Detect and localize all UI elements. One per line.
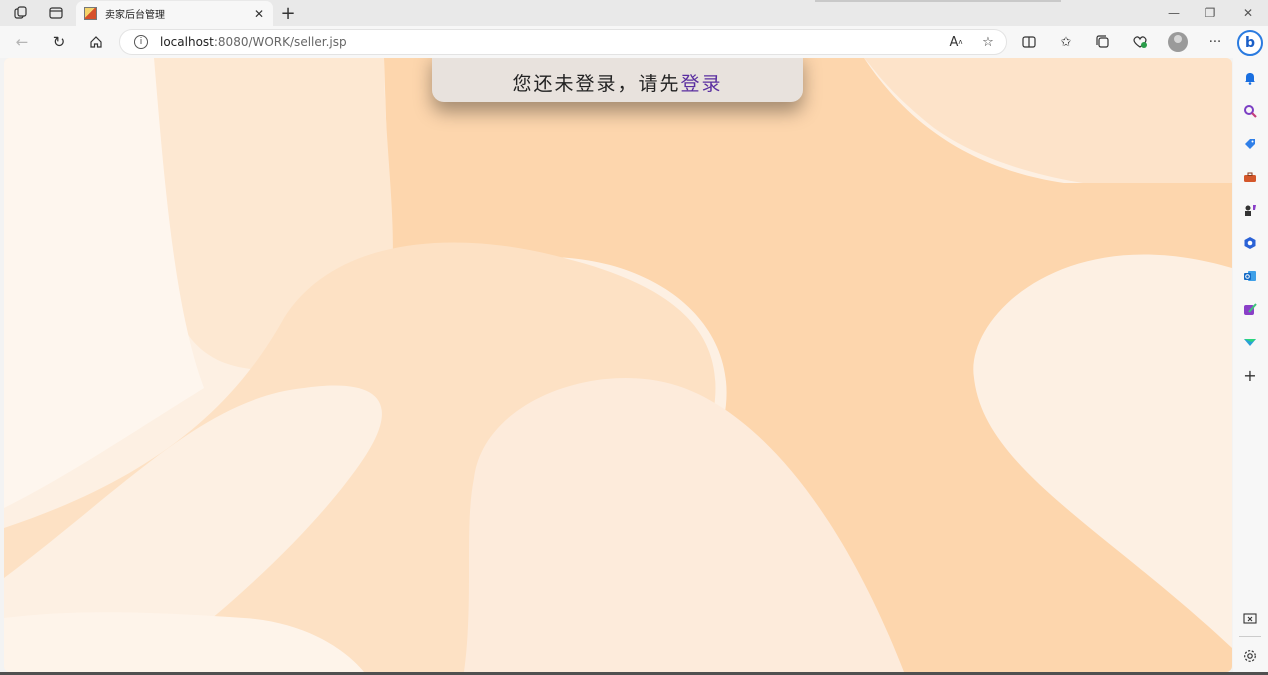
screenshot-tool-icon[interactable] xyxy=(1241,610,1259,628)
send-icon[interactable] xyxy=(1241,333,1259,351)
edge-sidebar: + xyxy=(1233,58,1268,672)
tab-actions-icon[interactable] xyxy=(44,3,68,23)
html-file-icon xyxy=(84,7,97,20)
refresh-icon[interactable]: ↻ xyxy=(47,31,71,53)
designer-icon[interactable] xyxy=(1241,300,1259,318)
split-screen-icon[interactable] xyxy=(1019,33,1039,51)
address-bar[interactable]: i localhost:8080/WORK/seller.jsp Aʌ ☆ xyxy=(119,29,1007,55)
search-icon[interactable] xyxy=(1241,102,1259,120)
login-notice-panel: 您还未登录，请先 登录 xyxy=(432,58,803,102)
login-link[interactable]: 登录 xyxy=(681,69,723,96)
workspaces-icon[interactable] xyxy=(9,3,33,23)
bell-icon[interactable] xyxy=(1241,69,1259,87)
back-icon[interactable]: ← xyxy=(10,31,34,53)
title-bar: 卖家后台管理 ✕ + — ❐ ✕ xyxy=(0,0,1268,26)
window-drag-hint xyxy=(815,0,1061,2)
not-logged-in-message: 您还未登录，请先 xyxy=(512,72,681,95)
tab-seller-admin[interactable]: 卖家后台管理 ✕ xyxy=(76,1,273,26)
outlook-icon[interactable] xyxy=(1241,267,1259,285)
home-icon[interactable] xyxy=(84,31,108,53)
background-waves xyxy=(4,58,1232,672)
new-tab-button[interactable]: + xyxy=(278,3,298,24)
add-sidebar-app-icon[interactable]: + xyxy=(1241,366,1259,385)
navigation-bar: ← ↻ i localhost:8080/WORK/seller.jsp Aʌ … xyxy=(0,26,1268,58)
sidebar-divider xyxy=(1239,636,1261,637)
office-icon[interactable] xyxy=(1241,234,1259,252)
favorites-icon[interactable]: ✩ xyxy=(1056,33,1076,51)
favorite-star-icon[interactable]: ☆ xyxy=(978,33,998,51)
gear-icon[interactable] xyxy=(1241,647,1259,665)
site-info-icon[interactable]: i xyxy=(134,35,148,49)
page-content: 您还未登录，请先 登录 xyxy=(4,58,1232,672)
toolbox-icon[interactable] xyxy=(1241,168,1259,186)
bing-copilot-icon[interactable]: b xyxy=(1237,30,1263,56)
close-window-icon[interactable]: ✕ xyxy=(1235,3,1261,23)
collections-icon[interactable] xyxy=(1093,33,1113,51)
more-options-icon[interactable]: ··· xyxy=(1205,33,1225,51)
profile-avatar[interactable] xyxy=(1168,32,1188,52)
chess-icon[interactable] xyxy=(1241,201,1259,219)
minimize-icon[interactable]: — xyxy=(1161,3,1187,23)
tab-title: 卖家后台管理 xyxy=(105,10,165,21)
url-text[interactable]: localhost:8080/WORK/seller.jsp xyxy=(160,35,347,49)
restore-icon[interactable]: ❐ xyxy=(1197,3,1223,23)
read-aloud-icon[interactable]: Aʌ xyxy=(946,33,966,51)
close-tab-icon[interactable]: ✕ xyxy=(251,6,267,22)
tag-icon[interactable] xyxy=(1241,135,1259,153)
browser-essentials-icon[interactable] xyxy=(1130,33,1150,51)
